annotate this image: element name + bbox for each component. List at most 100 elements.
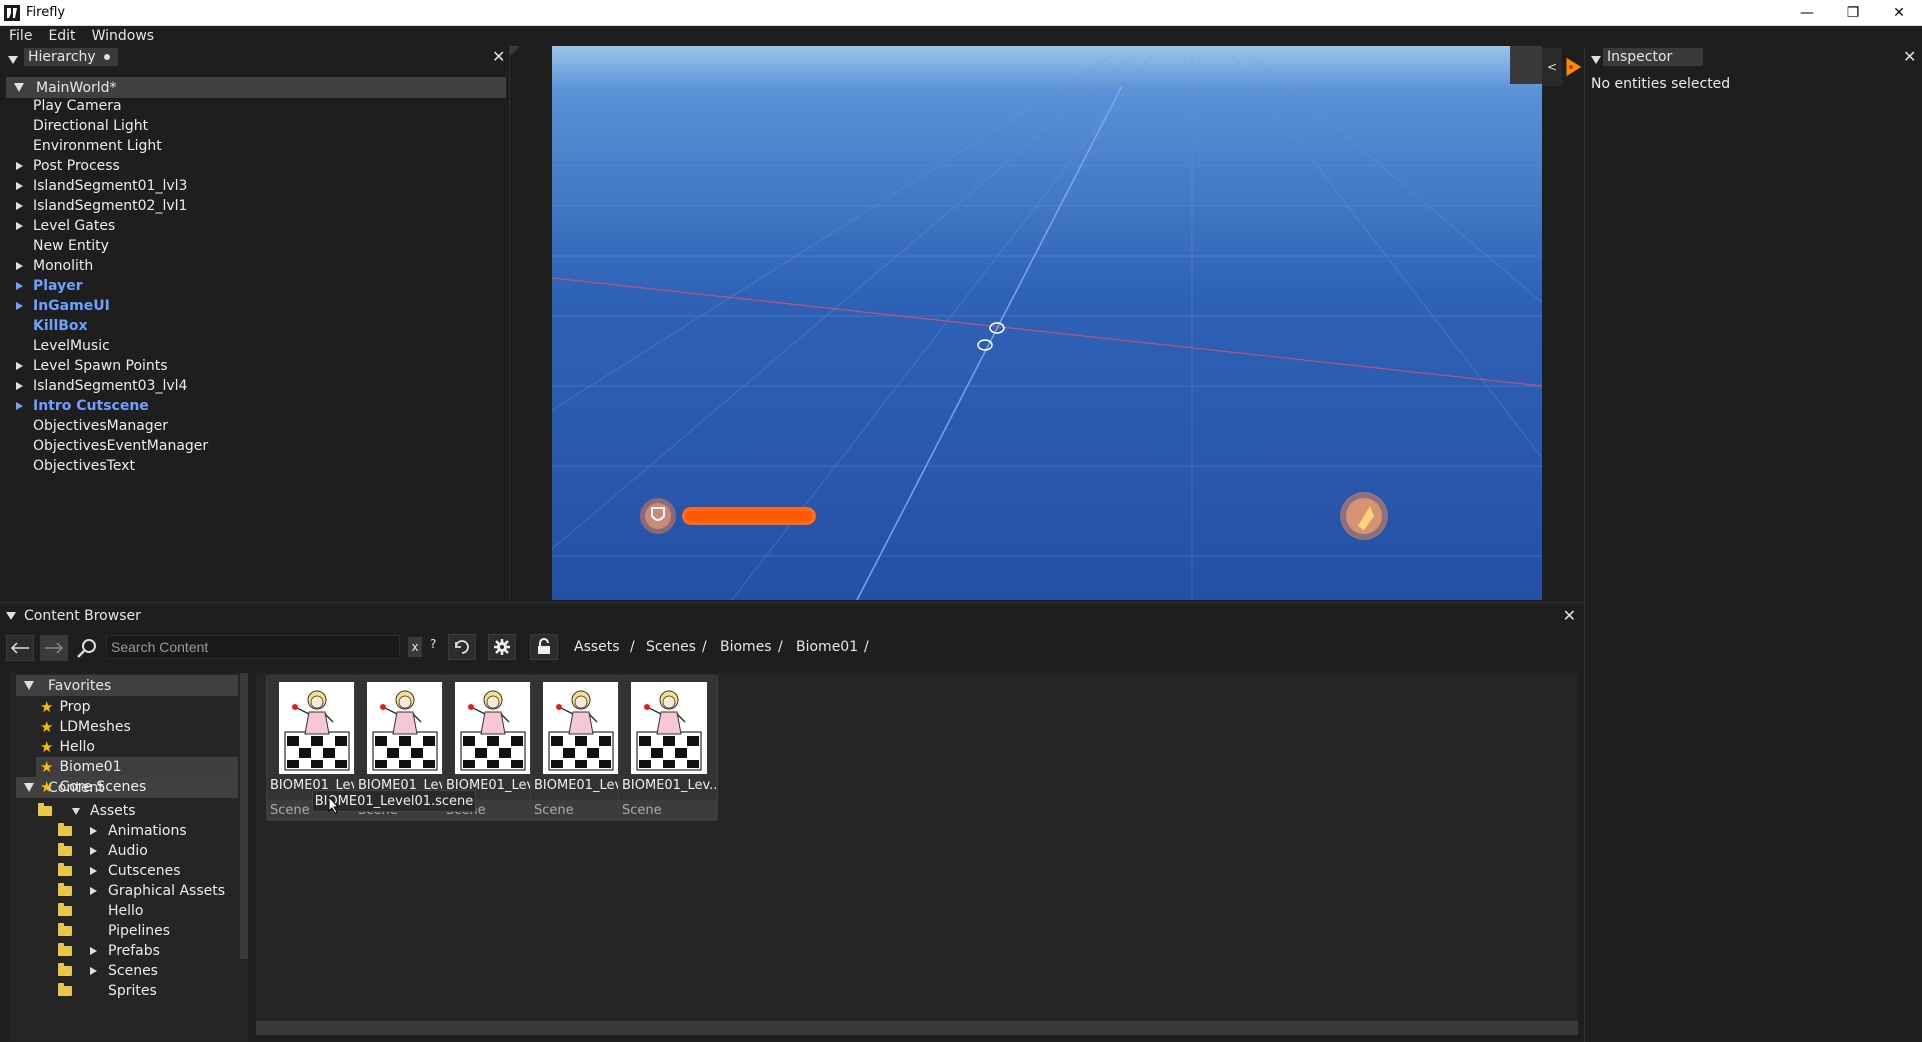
panel-menu-icon[interactable] — [8, 52, 18, 68]
expand-arrow-icon[interactable] — [90, 963, 108, 979]
collapse-arrow-icon[interactable] — [72, 803, 90, 819]
favorite-label: Hello — [59, 739, 95, 755]
close-content-browser-icon[interactable]: ✕ — [1563, 606, 1576, 625]
hierarchy-entity[interactable]: Play Camera — [16, 96, 122, 116]
folder-item[interactable]: Pipelines — [58, 921, 170, 941]
play-mode-icon[interactable] — [1564, 50, 1584, 84]
panel-menu-icon[interactable] — [6, 608, 16, 624]
favorites-header[interactable]: Favorites — [16, 675, 238, 696]
expand-arrow-icon[interactable] — [16, 258, 33, 274]
folder-item[interactable]: Cutscenes — [58, 861, 181, 881]
close-inspector-icon[interactable]: ✕ — [1903, 47, 1916, 66]
hierarchy-root[interactable]: MainWorld* — [6, 77, 506, 98]
collapse-favorites-icon[interactable] — [24, 678, 34, 694]
favorite-item[interactable]: ★ Prop — [40, 697, 234, 717]
back-arrow-icon[interactable] — [6, 635, 34, 661]
search-input[interactable]: Search Content — [106, 635, 400, 659]
expand-arrow-icon[interactable] — [16, 378, 33, 394]
hierarchy-entity[interactable]: Directional Light — [16, 116, 148, 136]
inspector-tab[interactable]: Inspector — [1603, 48, 1703, 66]
expand-arrow-icon[interactable] — [16, 218, 33, 234]
inspector-tab-bar: Inspector ✕ — [1591, 46, 1917, 68]
content-browser-panel: Content Browser ✕ Search Content x ? Ass… — [0, 602, 1584, 1042]
folder-item[interactable]: Hello — [58, 901, 144, 921]
inspector-panel: Inspector ✕ No entities selected — [1584, 46, 1922, 1042]
folder-item[interactable]: Graphical Assets — [58, 881, 225, 901]
favorite-item[interactable]: ★ LDMeshes — [40, 717, 234, 737]
unlock-icon[interactable] — [530, 634, 558, 660]
breadcrumb-assets[interactable]: Assets — [574, 639, 620, 655]
scene-thumbnail-icon — [543, 682, 619, 774]
folder-icon — [58, 823, 72, 836]
folder-item[interactable]: Audio — [58, 841, 148, 861]
refresh-icon[interactable] — [448, 634, 476, 660]
collapse-toolbar-button[interactable]: < — [1542, 48, 1562, 86]
forward-arrow-icon[interactable] — [40, 635, 68, 661]
breadcrumb-biome01[interactable]: Biome01 — [796, 639, 858, 655]
hierarchy-entity[interactable]: LevelMusic — [16, 336, 110, 356]
expand-arrow-icon[interactable] — [90, 863, 108, 879]
close-window-button[interactable]: ✕ — [1876, 0, 1922, 26]
expand-arrow-icon[interactable] — [90, 943, 108, 959]
tree-scrollbar[interactable] — [240, 673, 248, 959]
minimize-button[interactable]: — — [1784, 0, 1830, 26]
star-icon: ★ — [40, 698, 54, 716]
folder-item[interactable]: Scenes — [58, 961, 158, 981]
menu-file[interactable]: File — [0, 28, 39, 44]
expand-arrow-icon[interactable] — [16, 158, 33, 174]
hierarchy-entity[interactable]: Level Gates — [16, 216, 115, 236]
favorite-item[interactable]: ★ Hello — [40, 737, 234, 757]
hierarchy-tab[interactable]: Hierarchy — [24, 48, 118, 66]
folder-item[interactable]: Sprites — [58, 981, 157, 1001]
search-help-button[interactable]: ? — [430, 637, 436, 651]
hierarchy-entity[interactable]: Environment Light — [16, 136, 162, 156]
expand-arrow-icon[interactable] — [16, 358, 33, 374]
breadcrumb-scenes[interactable]: Scenes — [646, 639, 696, 655]
menu-edit[interactable]: Edit — [39, 28, 82, 44]
clear-search-button[interactable]: x — [408, 637, 422, 657]
folder-item[interactable]: Prefabs — [58, 941, 160, 961]
panel-menu-icon[interactable] — [1591, 52, 1601, 68]
hierarchy-entity[interactable]: Level Spawn Points — [16, 356, 168, 376]
menu-windows[interactable]: Windows — [83, 28, 162, 44]
hierarchy-entity[interactable]: Player — [16, 276, 83, 296]
collapse-content-icon[interactable] — [24, 780, 34, 796]
hierarchy-entity[interactable]: Post Process — [16, 156, 120, 176]
folder-label: Scenes — [108, 963, 158, 979]
close-hierarchy-icon[interactable]: ✕ — [492, 47, 505, 66]
asset-grid-scrollbar[interactable] — [256, 1021, 1578, 1035]
expand-root-icon[interactable] — [14, 80, 24, 96]
expand-arrow-icon[interactable] — [90, 823, 108, 839]
hierarchy-entity-label: IslandSegment02_lvl1 — [33, 198, 188, 214]
folder-item[interactable]: Animations — [58, 821, 187, 841]
expand-arrow-icon[interactable] — [90, 843, 108, 859]
restore-button[interactable]: ❐ — [1830, 0, 1876, 26]
expand-arrow-icon[interactable] — [16, 178, 33, 194]
asset-card[interactable]: BIOME01_Lev... Scene — [618, 675, 718, 821]
expand-arrow-icon[interactable] — [16, 198, 33, 214]
menu-bar: File Edit Windows — [0, 26, 1922, 46]
breadcrumb-biomes[interactable]: Biomes — [720, 639, 772, 655]
hierarchy-entity[interactable]: Monolith — [16, 256, 93, 276]
hierarchy-entity[interactable]: IslandSegment02_lvl1 — [16, 196, 187, 216]
favorite-item[interactable]: ★ Biome01 — [36, 757, 238, 777]
asset-card[interactable]: BIOME01_Lev... Scene — [530, 675, 630, 821]
favorite-item[interactable]: ★ Core Scenes — [40, 777, 234, 797]
hierarchy-entity[interactable]: InGameUI — [16, 296, 110, 316]
scene-viewport[interactable] — [552, 46, 1542, 600]
hierarchy-entity[interactable]: KillBox — [16, 316, 88, 336]
hierarchy-entity[interactable]: ObjectivesManager — [16, 416, 168, 436]
hierarchy-entity-label: KillBox — [33, 318, 88, 334]
folder-item[interactable]: Assets — [38, 801, 136, 821]
expand-arrow-icon[interactable] — [16, 398, 33, 414]
hierarchy-entity[interactable]: Intro Cutscene — [16, 396, 149, 416]
expand-arrow-icon[interactable] — [16, 298, 33, 314]
hierarchy-entity[interactable]: IslandSegment01_lvl3 — [16, 176, 187, 196]
settings-gear-icon[interactable] — [488, 634, 516, 660]
hierarchy-entity[interactable]: ObjectivesText — [16, 456, 135, 476]
hierarchy-entity[interactable]: IslandSegment03_lvl4 — [16, 376, 187, 396]
expand-arrow-icon[interactable] — [90, 883, 108, 899]
expand-arrow-icon[interactable] — [16, 278, 33, 294]
hierarchy-entity[interactable]: ObjectivesEventManager — [16, 436, 208, 456]
hierarchy-entity[interactable]: New Entity — [16, 236, 109, 256]
